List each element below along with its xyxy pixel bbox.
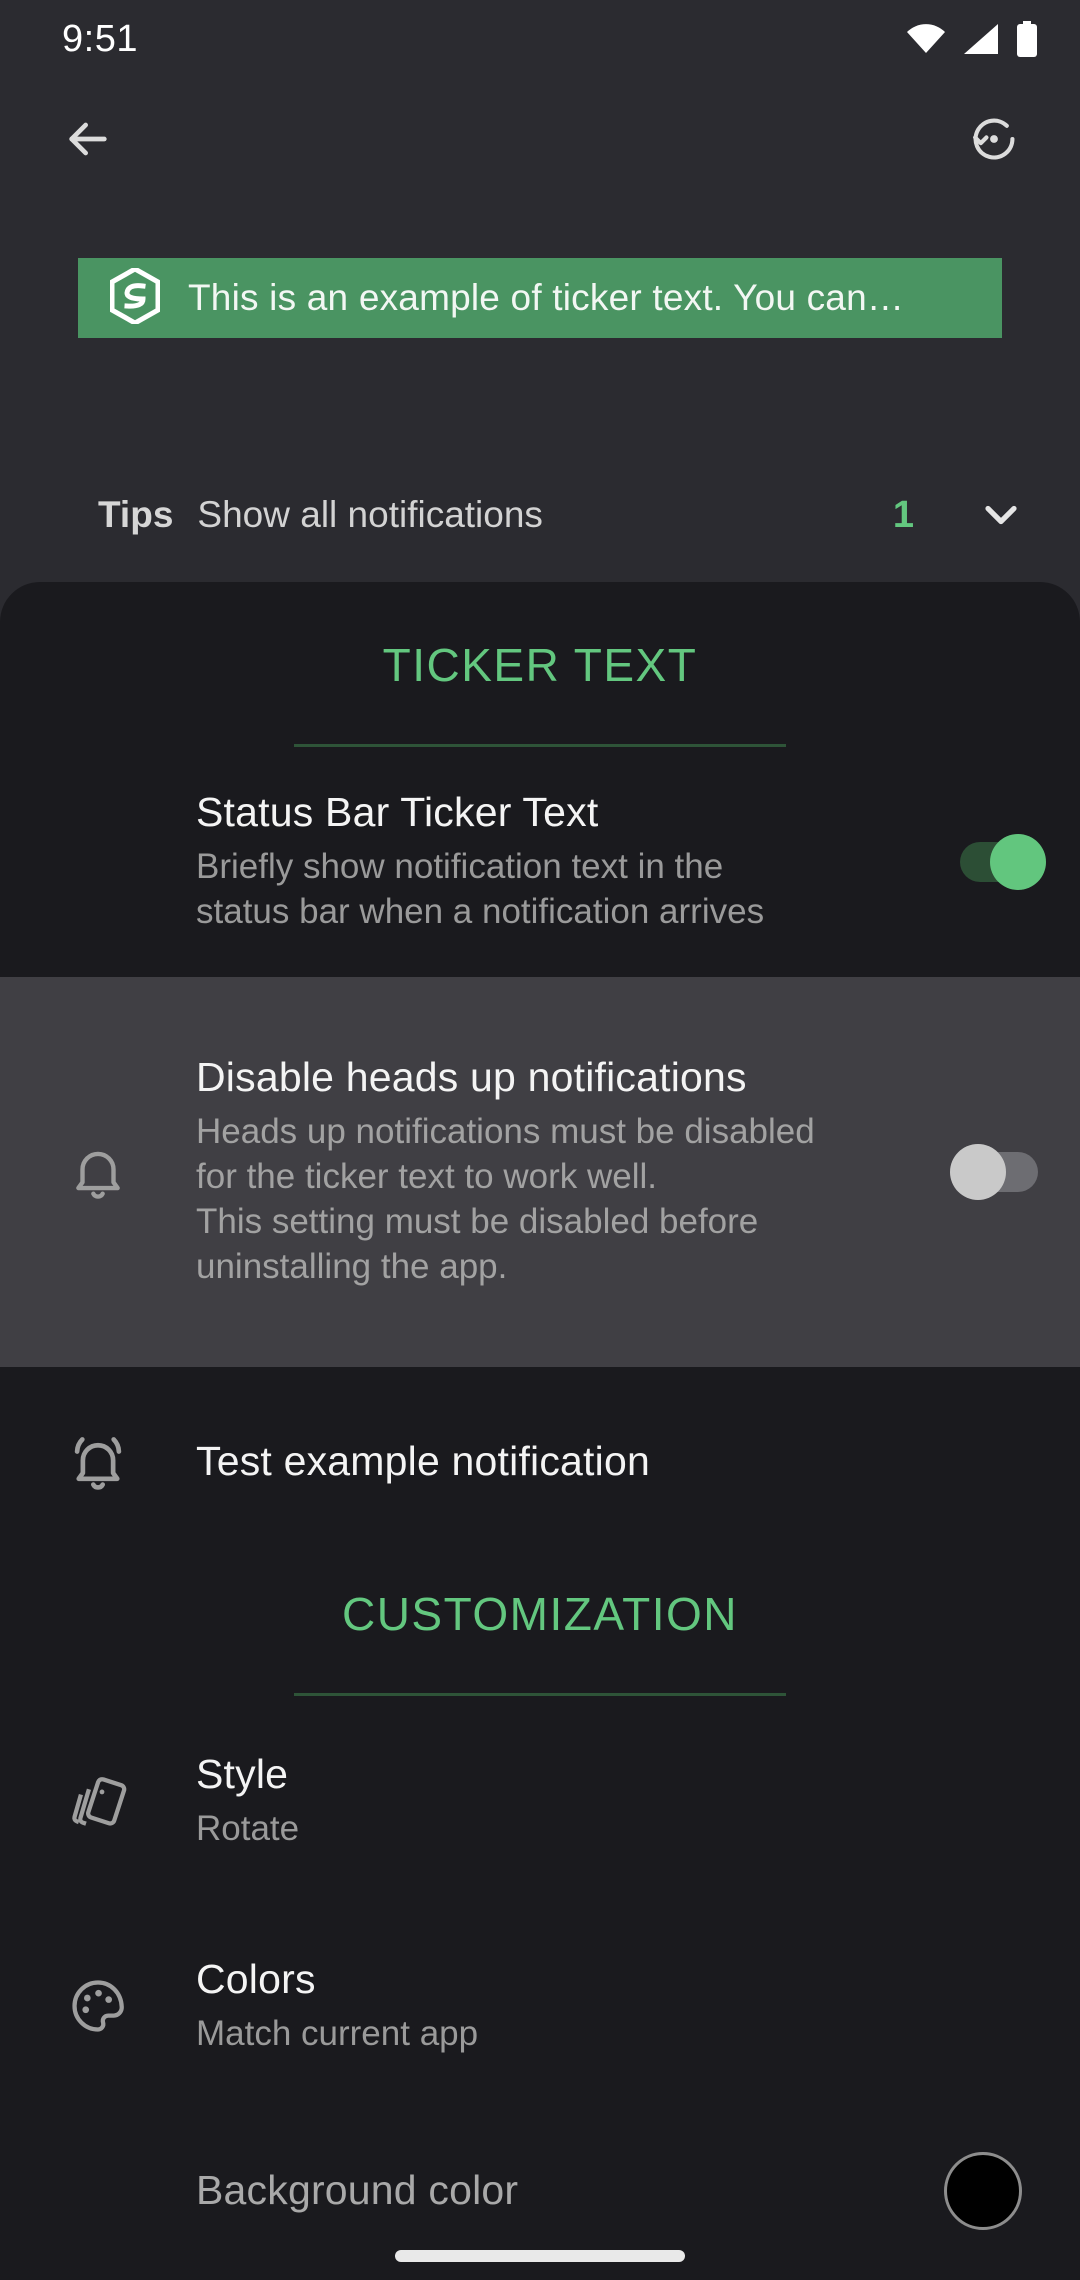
status-bar-icons (906, 21, 1038, 57)
toggle-thumb (950, 1144, 1006, 1200)
toggle-thumb (990, 834, 1046, 890)
section-ticker-text: TICKER TEXT Status Bar Ticker Text Brief… (0, 582, 1080, 1557)
chevron-down-icon[interactable] (972, 486, 1030, 544)
bell-ring-icon (0, 1429, 196, 1495)
row-title: Colors (196, 1955, 316, 2002)
settings-row-colors[interactable]: Colors Match current app (0, 1906, 1080, 2106)
arrow-back-icon[interactable] (46, 97, 130, 181)
app-hexagon-logo-icon (109, 265, 161, 329)
status-bar: 9:51 (0, 0, 1080, 78)
tips-label: Tips (98, 494, 174, 535)
home-indicator (395, 2250, 685, 2262)
ticker-preview-text: This is an example of ticker text. You c… (188, 277, 905, 318)
settings-row-next-color-partial[interactable] (0, 2276, 1080, 2280)
section-customization: CUSTOMIZATION Style Rotate Colors Match … (0, 1557, 1080, 2280)
tips-count-badge: 1 (892, 493, 914, 536)
row-title: Status Bar Ticker Text (196, 789, 599, 836)
settings-row-status-bar-ticker-text[interactable]: Status Bar Ticker Text Briefly show noti… (0, 747, 1080, 977)
row-title: Test example notification (196, 1438, 650, 1485)
tips-row[interactable]: Tips Show all notifications 1 (0, 460, 1080, 570)
ticker-preview-banner[interactable]: This is an example of ticker text. You c… (78, 258, 1002, 338)
row-subtitle: Briefly show notification text in the st… (196, 847, 765, 932)
background-color-swatch[interactable] (944, 2152, 1022, 2230)
row-subtitle: Match current app (196, 2013, 479, 2053)
tips-description: Show all notifications (197, 494, 543, 535)
row-subtitle: Heads up notifications must be disabled … (196, 1112, 815, 1286)
row-subtitle: Rotate (196, 1808, 300, 1848)
section-title: TICKER TEXT (382, 639, 698, 691)
battery-icon (1016, 21, 1038, 57)
section-title: CUSTOMIZATION (341, 1588, 738, 1640)
style-cards-icon (0, 1769, 196, 1833)
app-screen: 9:51 This is an example of ticker text. … (0, 0, 1080, 2280)
settings-card: TICKER TEXT Status Bar Ticker Text Brief… (0, 582, 1080, 2280)
restore-defaults-icon[interactable] (952, 97, 1036, 181)
disable-heads-up-notifications-toggle[interactable] (950, 1144, 1046, 1200)
settings-row-test-example-notification[interactable]: Test example notification (0, 1367, 1080, 1557)
bell-icon (0, 1141, 196, 1203)
app-toolbar (0, 78, 1080, 200)
row-title: Background color (196, 2167, 519, 2214)
palette-icon (0, 1974, 196, 2038)
row-title: Style (196, 1750, 289, 1797)
status-bar-ticker-text-toggle[interactable] (950, 834, 1046, 890)
cellular-signal-icon (962, 23, 1000, 55)
settings-row-disable-heads-up-notifications[interactable]: Disable heads up notifications Heads up … (0, 977, 1080, 1367)
settings-row-style[interactable]: Style Rotate (0, 1696, 1080, 1906)
status-bar-clock: 9:51 (62, 17, 138, 60)
row-title: Disable heads up notifications (196, 1054, 747, 1101)
wifi-icon (906, 23, 946, 55)
